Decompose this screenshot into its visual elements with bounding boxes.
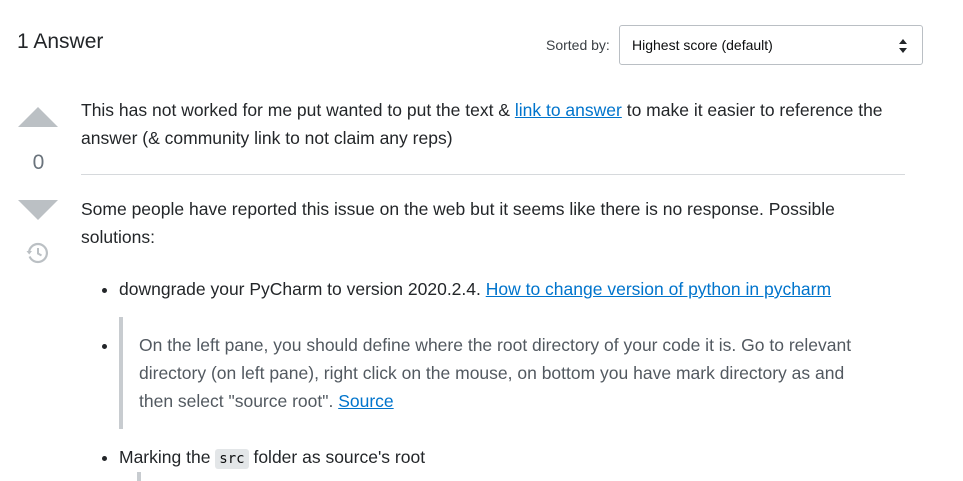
solutions-list: downgrade your PyCharm to version 2020.2… <box>81 275 911 473</box>
intro-text: This has not worked for me put wanted to… <box>81 100 515 120</box>
downvote-arrow-icon[interactable] <box>18 199 58 221</box>
link-to-answer[interactable]: link to answer <box>515 100 622 120</box>
upvote-arrow-icon[interactable] <box>18 106 58 128</box>
sort-label: Sorted by: <box>546 37 610 53</box>
answers-header: 1 Answer Sorted by: Highest score (defau… <box>0 0 963 80</box>
list-item-text-rest: folder as source's root <box>248 447 426 467</box>
select-arrows-icon <box>899 39 907 53</box>
sort-select[interactable]: Highest score (default) <box>619 25 923 65</box>
answer-count-title: 1 Answer <box>17 30 104 53</box>
change-python-version-link[interactable]: How to change version of python in pycha… <box>486 279 831 299</box>
list-item: On the left pane, you should define wher… <box>119 317 911 429</box>
list-item: downgrade your PyCharm to version 2020.2… <box>119 275 911 303</box>
quote-text: On the left pane, you should define wher… <box>139 335 852 411</box>
list-item: Marking the src folder as source's root <box>119 443 911 473</box>
source-link[interactable]: Source <box>338 391 393 411</box>
inline-code: src <box>215 449 249 469</box>
history-icon[interactable] <box>26 241 50 265</box>
vote-count: 0 <box>32 151 45 174</box>
list-item-text: Marking the <box>119 447 216 467</box>
divider <box>81 174 905 175</box>
sort-select-value: Highest score (default) <box>632 37 773 53</box>
blockquote: On the left pane, you should define wher… <box>119 317 869 429</box>
vote-cell: 0 <box>0 96 78 296</box>
blockquote-border-continued <box>137 472 141 481</box>
list-item-text: downgrade your PyCharm to version 2020.2… <box>119 279 486 299</box>
answer-body: This has not worked for me put wanted to… <box>81 96 911 473</box>
answer-intro: This has not worked for me put wanted to… <box>81 96 911 152</box>
answer-paragraph: Some people have reported this issue on … <box>81 199 835 247</box>
